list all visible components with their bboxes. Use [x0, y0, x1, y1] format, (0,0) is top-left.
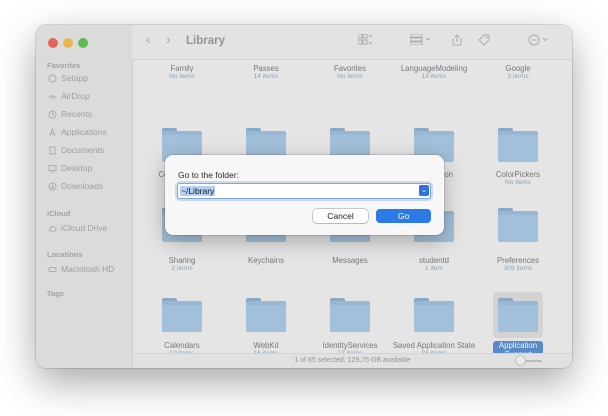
chevron-down-icon[interactable]: ⌄	[419, 185, 429, 196]
go-to-folder-dialog: Go to the folder: ~/Library ⌄ Cancel Go	[165, 155, 444, 235]
folder-path-value: ~/Library	[180, 186, 216, 196]
cancel-button[interactable]: Cancel	[313, 209, 368, 223]
dialog-label: Go to the folder:	[178, 170, 239, 180]
go-button[interactable]: Go	[376, 209, 431, 223]
folder-path-input[interactable]: ~/Library ⌄	[177, 183, 431, 199]
